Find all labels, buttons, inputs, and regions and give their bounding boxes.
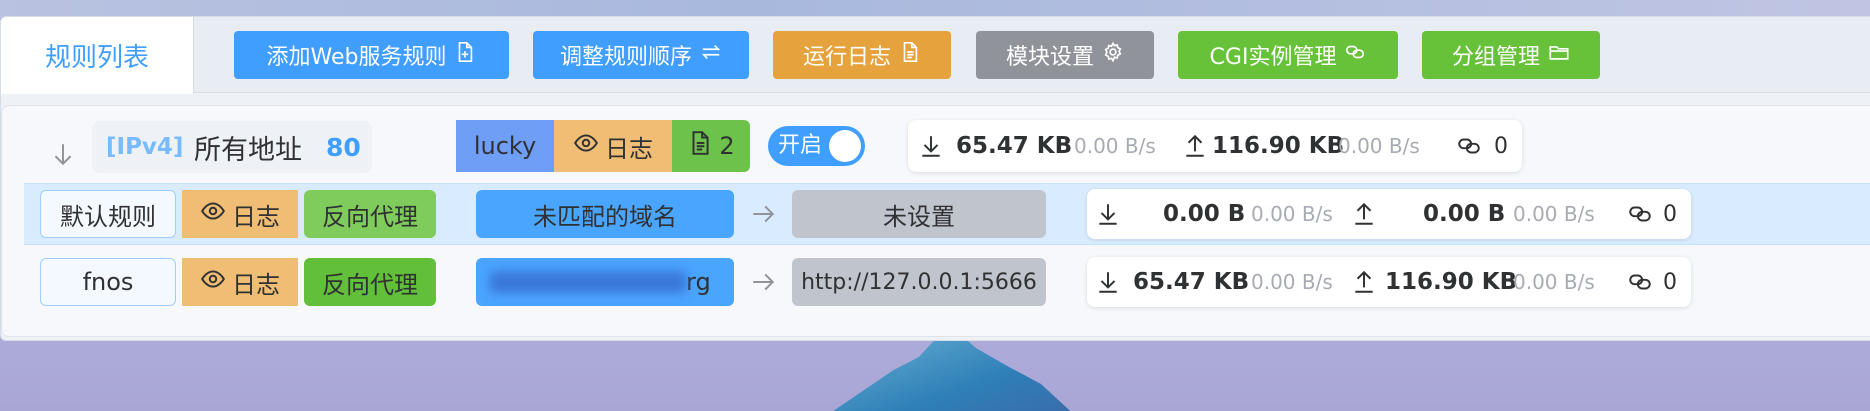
connection-count: 0 <box>1663 269 1677 295</box>
listener-enable-toggle[interactable]: 开启 <box>768 126 865 166</box>
download-total: 65.47 KB <box>1133 269 1250 295</box>
rule-domain-tag: rg <box>476 258 734 306</box>
rule-stats-card: 65.47 KB 0.00 B/s 116.90 KB 0.00 B/s 0 <box>1087 257 1691 307</box>
rules-panel: 规则列表 添加Web服务规则 调整规则顺序 运行日志 模块设置 CGI实例管理 … <box>0 16 1870 341</box>
listener-log-button[interactable]: 日志 <box>554 120 672 172</box>
eye-icon <box>200 266 226 298</box>
group-manage-label: 分组管理 <box>1451 45 1540 70</box>
link-icon <box>1627 257 1653 307</box>
rule-target-tag: http://127.0.0.1:5666 <box>792 258 1046 306</box>
arrow-right-icon <box>746 258 780 306</box>
rule-log-label: 日志 <box>232 270 280 299</box>
upload-icon <box>1182 120 1208 172</box>
module-settings-button[interactable]: 模块设置 <box>976 31 1154 79</box>
upload-icon <box>1351 257 1377 307</box>
tab-rule-list[interactable]: 规则列表 <box>1 17 194 94</box>
run-log-button[interactable]: 运行日志 <box>773 31 951 79</box>
connection-count: 0 <box>1494 133 1508 159</box>
reorder-rules-label: 调整规则顺序 <box>559 45 692 70</box>
upload-rate: 0.00 B/s <box>1513 202 1595 226</box>
run-log-label: 运行日志 <box>802 45 891 70</box>
download-icon <box>918 120 944 172</box>
connection-count: 0 <box>1663 201 1677 227</box>
redacted-domain <box>490 271 686 293</box>
upload-rate: 0.00 B/s <box>1338 134 1420 158</box>
add-web-rule-button[interactable]: 添加Web服务规则 <box>234 31 509 79</box>
download-total: 65.47 KB <box>956 133 1073 159</box>
rule-domain-tag: 未匹配的域名 <box>476 190 734 238</box>
listener-protocol: [IPv4] <box>106 134 184 160</box>
rule-log-button[interactable]: 日志 <box>182 190 298 238</box>
listener-log-label: 日志 <box>605 134 653 163</box>
listener-stats-card: 65.47 KB 0.00 B/s 116.90 KB 0.00 B/s 0 <box>908 120 1522 172</box>
reorder-rules-button[interactable]: 调整规则顺序 <box>533 31 749 79</box>
cgi-manage-button[interactable]: CGI实例管理 <box>1178 31 1398 79</box>
rule-log-button[interactable]: 日志 <box>182 258 298 306</box>
rule-name-tag: fnos <box>40 258 176 306</box>
listener-name-tag: lucky <box>456 120 554 172</box>
document-icon <box>899 41 921 69</box>
gear-icon <box>1102 41 1124 69</box>
domain-suffix: rg <box>686 268 711 296</box>
link-icon <box>1627 189 1653 239</box>
wallpaper-mountain <box>820 330 1080 411</box>
toggle-knob <box>829 130 861 162</box>
upload-rate: 0.00 B/s <box>1513 270 1595 294</box>
eye-icon <box>200 198 226 230</box>
rule-name-tag: 默认规则 <box>40 190 176 238</box>
eye-icon <box>573 130 599 162</box>
rule-list-content: [IPv4] 所有地址 80 lucky 日志 2 开启 65.47 KB 0.… <box>1 105 1870 337</box>
upload-total: 116.90 KB <box>1385 269 1518 295</box>
listener-doc-count: 2 <box>719 132 735 160</box>
file-plus-icon <box>454 41 476 69</box>
download-icon <box>1095 257 1121 307</box>
download-icon <box>1095 189 1121 239</box>
folder-icon <box>1548 41 1570 69</box>
listener-docs-button[interactable]: 2 <box>672 120 750 172</box>
download-rate: 0.00 B/s <box>1074 134 1156 158</box>
download-rate: 0.00 B/s <box>1251 270 1333 294</box>
collapse-arrow-icon[interactable] <box>46 130 80 178</box>
group-manage-button[interactable]: 分组管理 <box>1422 31 1600 79</box>
upload-icon <box>1351 189 1377 239</box>
rule-log-label: 日志 <box>232 202 280 231</box>
rule-type-tag: 反向代理 <box>304 190 436 238</box>
rule-stats-card: 0.00 B 0.00 B/s 0.00 B 0.00 B/s 0 <box>1087 189 1691 239</box>
download-rate: 0.00 B/s <box>1251 202 1333 226</box>
link-icon <box>1344 41 1366 69</box>
arrow-right-icon <box>746 190 780 238</box>
upload-total: 0.00 B <box>1423 201 1506 227</box>
listener-address: 所有地址 <box>194 134 302 166</box>
document-icon <box>687 130 713 162</box>
rule-target-tag: 未设置 <box>792 190 1046 238</box>
module-settings-label: 模块设置 <box>1005 45 1094 70</box>
rule-type-tag: 反向代理 <box>304 258 436 306</box>
upload-total: 116.90 KB <box>1212 133 1345 159</box>
add-web-rule-label: 添加Web服务规则 <box>266 45 447 70</box>
toggle-label: 开启 <box>778 133 823 158</box>
tab-bar: 规则列表 添加Web服务规则 调整规则顺序 运行日志 模块设置 CGI实例管理 … <box>1 17 1870 94</box>
cgi-manage-label: CGI实例管理 <box>1209 45 1337 70</box>
swap-arrows-icon <box>700 41 722 69</box>
download-total: 0.00 B <box>1163 201 1246 227</box>
listener-port: 80 <box>326 132 361 162</box>
link-icon <box>1456 120 1482 172</box>
